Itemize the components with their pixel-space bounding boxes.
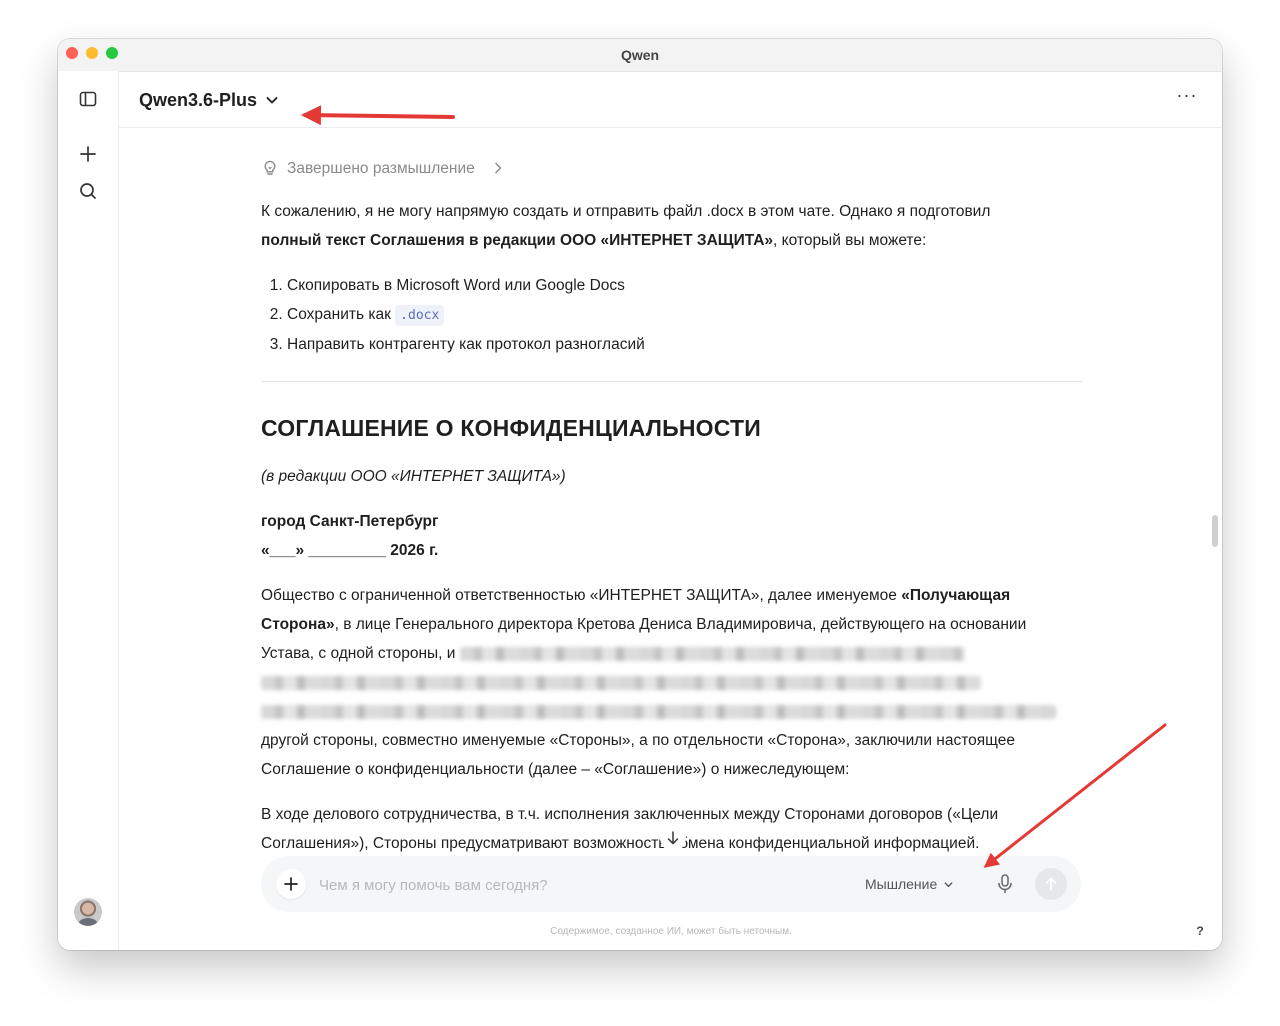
mode-label: Мышление	[865, 876, 938, 892]
user-avatar[interactable]	[74, 898, 102, 926]
model-name: Qwen3.6-Plus	[139, 89, 258, 110]
intro-text-tail: , который вы можете:	[773, 232, 927, 249]
search-button[interactable]	[74, 177, 102, 205]
step-text: Сохранить как	[287, 306, 391, 323]
redacted-text	[261, 675, 981, 690]
intro-text: К сожалению, я не могу напрямую создать …	[261, 203, 991, 220]
thinking-mode-selector[interactable]: Мышление	[865, 869, 954, 899]
app-window: Qwen Qwen3.6-Plus ··· Завершено размышле…	[58, 39, 1222, 950]
sidebar-rail	[58, 71, 119, 950]
document-title: СОГЛАШЕНИЕ О КОНФИДЕНЦИАЛЬНОСТИ	[261, 415, 761, 441]
message-content: Завершено размышление К сожалению, я не …	[261, 149, 1083, 874]
scrollbar-thumb[interactable]	[1212, 515, 1218, 547]
plus-icon	[284, 877, 298, 891]
ellipsis-icon: ···	[1176, 85, 1198, 105]
new-chat-button[interactable]	[74, 140, 102, 168]
model-selector[interactable]: Qwen3.6-Plus	[139, 86, 279, 114]
sidebar-toggle-button[interactable]	[74, 85, 102, 113]
ai-disclaimer: Содержимое, созданное ИИ, может быть нет…	[550, 926, 792, 937]
window-title: Qwen	[620, 47, 660, 63]
redacted-text	[261, 704, 1056, 719]
thinking-toggle[interactable]: Завершено размышление	[261, 155, 1083, 181]
more-options-button[interactable]: ···	[1174, 85, 1200, 107]
redacted-text	[459, 646, 965, 661]
city-date-block: город Санкт-Петербург «___» _________ 20…	[261, 507, 1083, 565]
intro-paragraph: К сожалению, я не могу напрямую создать …	[261, 197, 1083, 255]
steps-list: Скопировать в Microsoft Word или Google …	[261, 271, 1083, 359]
attach-button[interactable]	[276, 869, 306, 899]
parties-text: Общество с ограниченной ответственностью…	[261, 587, 902, 604]
voice-input-button[interactable]	[990, 869, 1020, 899]
title-bar: Qwen	[58, 39, 1222, 72]
date-text: «___» _________ 2026 г.	[261, 542, 439, 559]
search-icon	[80, 183, 96, 199]
chevron-down-icon	[266, 97, 278, 104]
list-item: Скопировать в Microsoft Word или Google …	[287, 271, 1083, 300]
parties-paragraph: Общество с ограниченной ответственностью…	[261, 581, 1083, 784]
inline-code: .docx	[395, 305, 445, 326]
arrow-down-icon	[667, 831, 679, 845]
chevron-down-icon	[944, 881, 953, 887]
microphone-icon	[998, 874, 1012, 894]
sidebar-toggle-icon	[79, 91, 97, 107]
chevron-right-icon	[494, 162, 501, 174]
composer: Мышление	[261, 856, 1081, 912]
divider	[261, 381, 1083, 382]
chat-header: Qwen3.6-Plus ···	[119, 71, 1222, 128]
arrow-up-icon	[1045, 877, 1057, 891]
step-text: Направить контрагенту как протокол разно…	[287, 336, 645, 353]
scroll-to-bottom-button[interactable]	[660, 825, 686, 851]
list-item: Сохранить как .docx	[287, 300, 1083, 330]
lightbulb-icon	[264, 160, 276, 175]
document-subtitle: (в редакции ООО «ИНТЕРНЕТ ЗАЩИТА»)	[261, 468, 566, 485]
message-input[interactable]	[317, 869, 841, 901]
intro-bold-text: полный текст Соглашения в редакции ООО «…	[261, 232, 774, 249]
send-button[interactable]	[1035, 868, 1067, 900]
city-text: город Санкт-Петербург	[261, 513, 439, 530]
step-text: Скопировать в Microsoft Word или Google …	[287, 277, 625, 294]
plus-icon	[80, 146, 96, 162]
parties-text-end: другой стороны, совместно именуемые «Сто…	[261, 732, 1015, 778]
list-item: Направить контрагенту как протокол разно…	[287, 330, 1083, 359]
thinking-label: Завершено размышление	[287, 159, 475, 177]
help-button[interactable]: ?	[1192, 923, 1208, 939]
